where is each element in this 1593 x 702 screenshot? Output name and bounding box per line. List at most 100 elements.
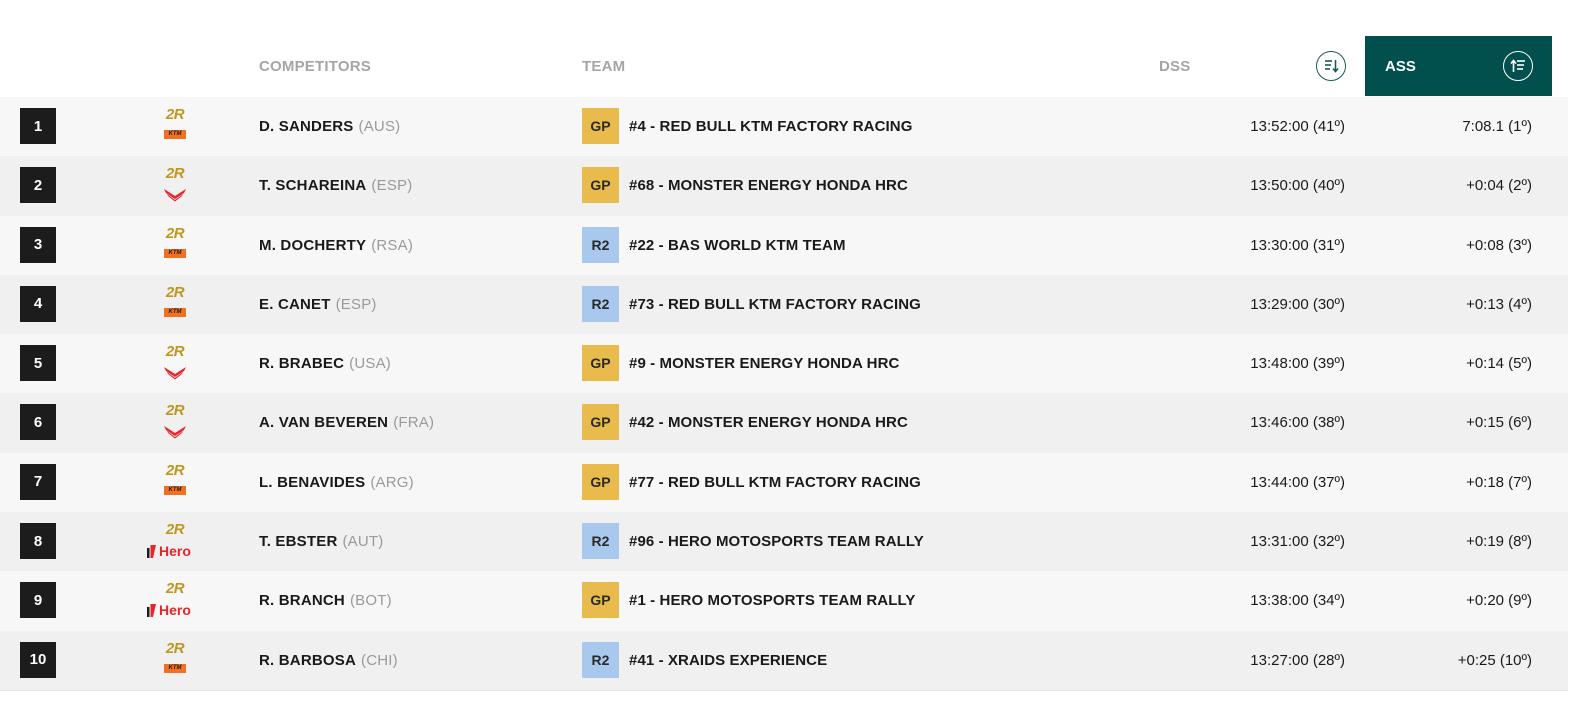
category-badge: GP (582, 345, 619, 382)
competitor-name[interactable]: M. DOCHERTY (RSA) (259, 216, 413, 275)
competitor-name-text: R. BARBOSA (259, 651, 357, 669)
ass-time: +0:18 (7º) (1466, 473, 1532, 491)
ass-time: +0:13 (4º) (1466, 295, 1532, 313)
row-divider (0, 689, 1568, 691)
table-row[interactable]: 4 2R KTM E. CANET (ESP) R2 #73 - RED BUL… (0, 274, 1568, 336)
table-row[interactable]: 5 2R R. BRABEC (USA) GP #9 - MONSTER ENE… (0, 334, 1568, 395)
class-2r-icon: 2R (165, 402, 185, 420)
ktm-logo-icon: KTM (164, 307, 186, 317)
manufacturer-badge: 2R (145, 343, 205, 383)
competitor-name[interactable]: T. SCHAREINA (ESP) (259, 156, 412, 215)
rank-badge: 1 (20, 108, 56, 144)
column-header-ass: ASS (1385, 57, 1416, 75)
ass-time: +0:20 (9º) (1466, 592, 1532, 610)
team-name[interactable]: #41 - XRAIDS EXPERIENCE (629, 631, 827, 690)
category-badge: R2 (582, 523, 619, 560)
competitor-country: (FRA) (393, 414, 435, 432)
manufacturer-badge: 2R (145, 165, 205, 205)
ass-time: 7:08.1 (1º) (1462, 118, 1532, 135)
table-row[interactable]: 10 2R KTM R. BARBOSA (CHI) R2 #41 - XRAI… (0, 630, 1568, 691)
rank-badge: 6 (20, 404, 56, 441)
ass-time: +0:08 (3º) (1466, 236, 1532, 254)
dss-time: 13:48:00 (39º) (1250, 355, 1345, 373)
ass-time: +0:04 (2º) (1466, 177, 1532, 195)
dss-time: 13:38:00 (34º) (1250, 592, 1345, 610)
competitor-country: (BOT) (349, 592, 392, 610)
manufacturer-badge: 2R Hero (145, 580, 205, 620)
dss-time: 13:46:00 (38º) (1250, 414, 1345, 432)
table-row[interactable]: 2 2R T. SCHAREINA (ESP) GP #68 - MONSTER… (0, 156, 1568, 217)
table-row[interactable]: 3 2R KTM M. DOCHERTY (RSA) R2 #22 - BAS … (0, 215, 1568, 276)
honda-wing-logo-icon (164, 189, 186, 202)
column-header-competitors: COMPETITORS (259, 57, 371, 75)
team-name[interactable]: #42 - MONSTER ENERGY HONDA HRC (629, 393, 908, 452)
table-row[interactable]: 7 2R KTM L. BENAVIDES (ARG) GP #77 - RED… (0, 452, 1568, 514)
table-row[interactable]: 9 2R Hero R. BRANCH (BOT) GP #1 - HERO M… (0, 571, 1568, 632)
competitor-name[interactable]: T. EBSTER (AUT) (259, 512, 383, 571)
class-2r-icon: 2R (165, 461, 185, 479)
team-name[interactable]: #9 - MONSTER ENERGY HONDA HRC (629, 334, 899, 393)
rank-badge: 8 (20, 523, 56, 560)
team-name[interactable]: #77 - RED BULL KTM FACTORY RACING (629, 453, 921, 512)
competitor-name[interactable]: A. VAN BEVEREN (FRA) (259, 393, 434, 452)
dss-time: 13:44:00 (37º) (1250, 473, 1345, 491)
team-name[interactable]: #68 - MONSTER ENERGY HONDA HRC (629, 156, 908, 215)
team-name[interactable]: #22 - BAS WORLD KTM TEAM (629, 216, 846, 275)
team-name[interactable]: #96 - HERO MOTOSPORTS TEAM RALLY (629, 512, 924, 571)
competitor-name[interactable]: L. BENAVIDES (ARG) (259, 453, 414, 512)
dss-time: 13:50:00 (40º) (1250, 177, 1345, 195)
category-badge: R2 (582, 285, 619, 322)
team-name[interactable]: #73 - RED BULL KTM FACTORY RACING (629, 275, 921, 334)
sort-descending-icon (1325, 60, 1339, 73)
table-row[interactable]: 8 2R Hero T. EBSTER (AUT) R2 #96 - HERO … (0, 512, 1568, 573)
dss-time: 13:30:00 (31º) (1250, 236, 1345, 254)
ass-time: +0:15 (6º) (1466, 414, 1532, 432)
dss-time: 13:27:00 (28º) (1250, 651, 1345, 669)
dss-time: 13:29:00 (30º) (1250, 295, 1345, 313)
sort-ass-button[interactable] (1503, 51, 1533, 81)
ktm-logo-icon: KTM (164, 130, 186, 139)
hero-logo-icon: Hero (147, 543, 203, 559)
team-name[interactable]: #4 - RED BULL KTM FACTORY RACING (629, 97, 913, 156)
table-row[interactable]: 6 2R A. VAN BEVEREN (FRA) GP #42 - MONST… (0, 393, 1568, 454)
category-badge: GP (582, 582, 619, 619)
rank-badge: 2 (20, 167, 56, 204)
team-name[interactable]: #1 - HERO MOTOSPORTS TEAM RALLY (629, 571, 915, 630)
ktm-logo-icon: KTM (164, 485, 186, 495)
competitor-name[interactable]: R. BARBOSA (CHI) (259, 631, 398, 690)
dss-time: 13:31:00 (32º) (1250, 533, 1345, 551)
manufacturer-badge: 2R KTM (145, 640, 205, 680)
ktm-logo-icon: KTM (164, 248, 186, 258)
rank-badge: 7 (20, 463, 56, 500)
class-2r-icon: 2R (165, 283, 185, 301)
competitor-name-text: T. EBSTER (259, 533, 338, 551)
rank-badge: 4 (20, 285, 56, 322)
competitor-name-text: D. SANDERS (259, 118, 354, 135)
manufacturer-badge: 2R KTM (145, 462, 205, 502)
competitor-name-text: M. DOCHERTY (259, 236, 367, 254)
class-2r-icon: 2R (165, 343, 185, 361)
competitor-name-text: R. BRABEC (259, 355, 345, 373)
column-header-ass-active[interactable]: ASS (1365, 36, 1552, 96)
competitor-country: (ESP) (371, 177, 413, 195)
class-2r-icon: 2R (165, 639, 185, 657)
competitor-name-text: L. BENAVIDES (259, 473, 366, 491)
honda-wing-logo-icon (164, 367, 186, 380)
competitor-name[interactable]: D. SANDERS (AUS) (259, 97, 400, 156)
rank-badge: 5 (20, 345, 56, 382)
competitor-name[interactable]: R. BRANCH (BOT) (259, 571, 392, 630)
competitor-country: (ESP) (335, 295, 377, 313)
sort-dss-button[interactable] (1316, 51, 1346, 81)
dss-time: 13:52:00 (41º) (1250, 118, 1345, 135)
competitor-name[interactable]: E. CANET (ESP) (259, 275, 377, 334)
category-badge: GP (582, 108, 619, 144)
ass-time: +0:19 (8º) (1466, 533, 1532, 551)
category-badge: R2 (582, 641, 619, 678)
hero-logo-icon: Hero (147, 602, 203, 618)
ass-time: +0:14 (5º) (1466, 355, 1532, 373)
ktm-logo-icon: KTM (164, 663, 186, 673)
class-2r-icon: 2R (165, 165, 185, 183)
competitor-name[interactable]: R. BRABEC (USA) (259, 334, 391, 393)
table-row[interactable]: 1 2R KTM D. SANDERS (AUS) GP #4 - RED BU… (0, 97, 1568, 158)
competitor-country: (ARG) (370, 473, 414, 491)
